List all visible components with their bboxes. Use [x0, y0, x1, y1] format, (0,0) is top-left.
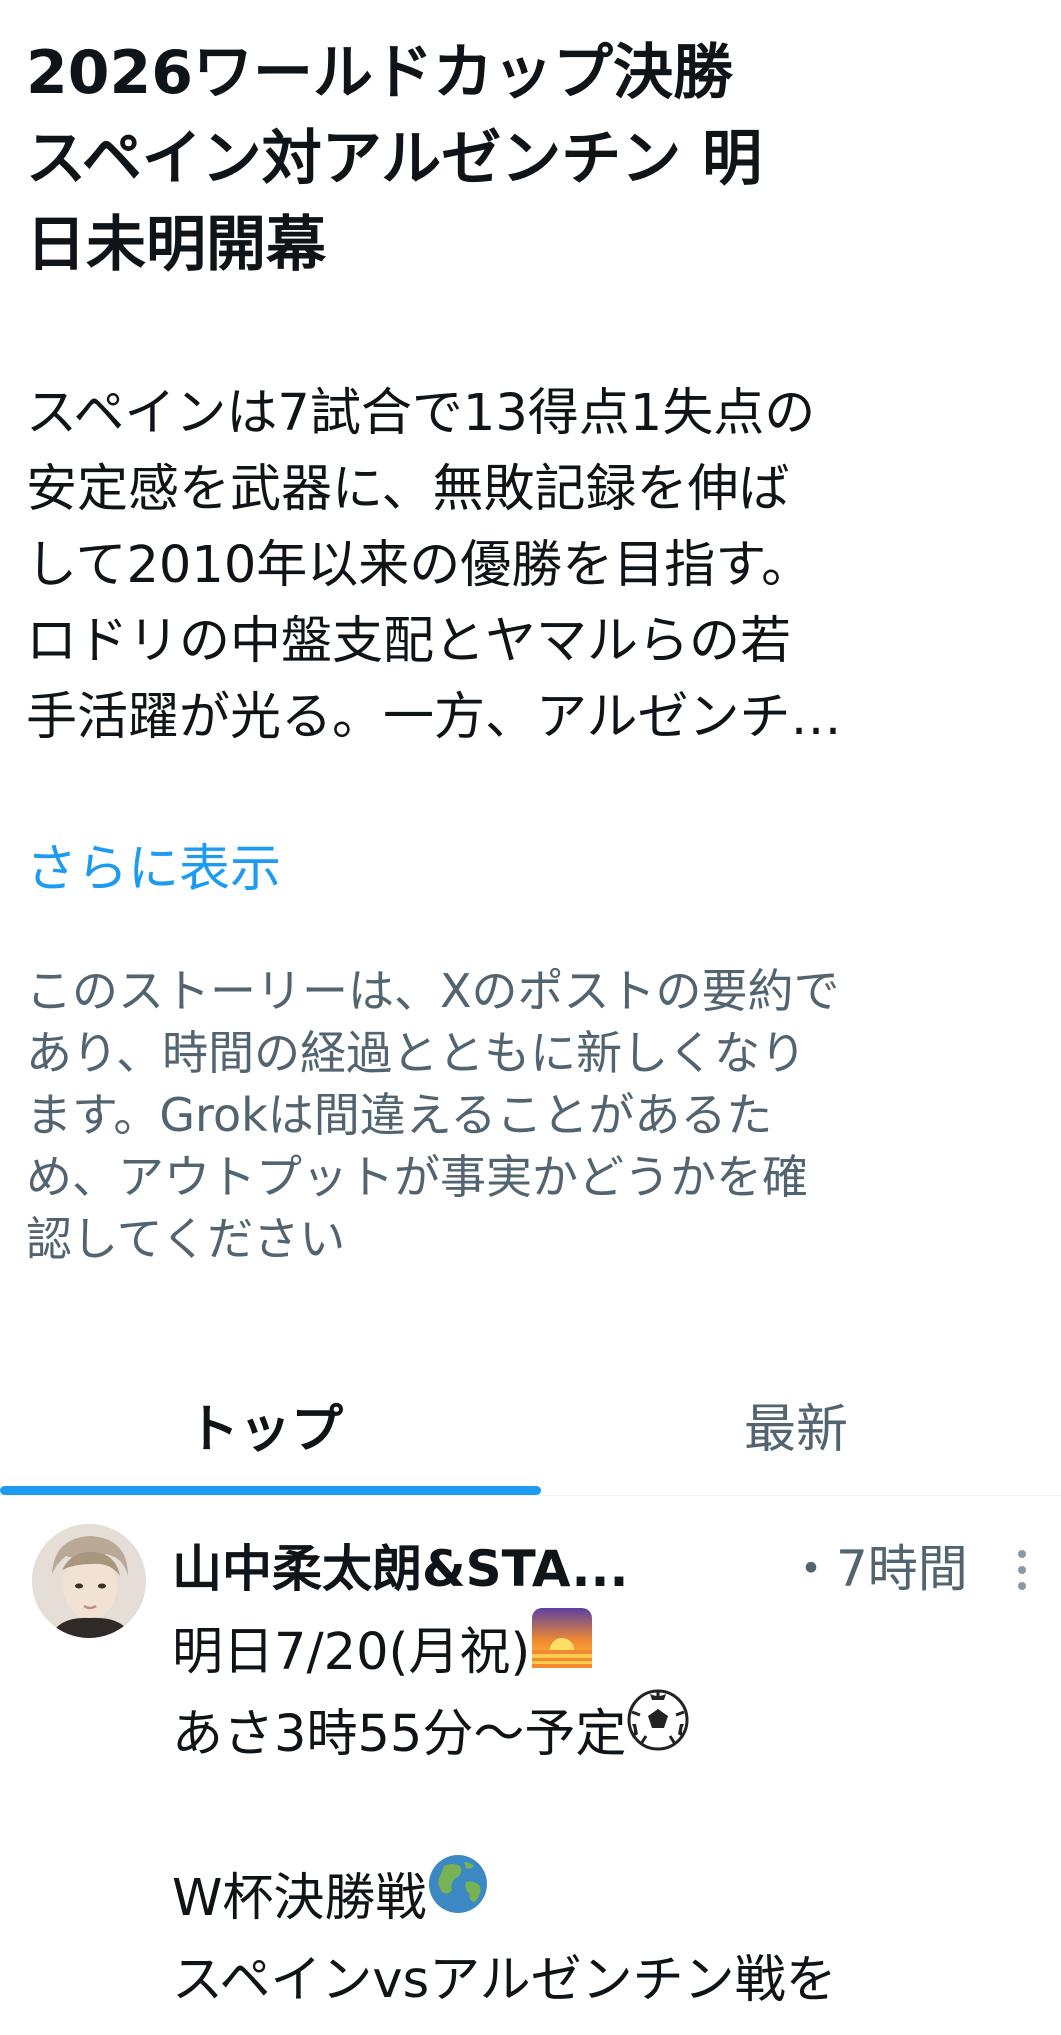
story-title-line: スペイン対アルゼンチン 明	[26, 124, 763, 194]
post-author-name[interactable]: 山中柔太朗&STA...	[172, 1534, 628, 1604]
active-tab-indicator	[0, 1486, 541, 1495]
post-line-text: あさ3時55分〜予定	[172, 1705, 627, 1764]
summary-line: スペインは7試合で13得点1失点の	[26, 384, 816, 443]
tab-latest[interactable]: 最新	[531, 1370, 1061, 1495]
post-card[interactable]: 山中柔太朗&STA... ・7時間 明日7/20(月祝) あさ3時55分〜予定 …	[0, 1496, 1061, 2035]
post-line: 明日7/20(月祝)	[172, 1607, 1042, 1694]
tab-top-label: トップ	[186, 1400, 343, 1460]
story-summary: スペインは7試合で13得点1失点の 安定感を武器に、無敗記録を伸ば して2010…	[26, 376, 1036, 756]
more-options-icon[interactable]	[1004, 1544, 1040, 1596]
story-title-line: 2026ワールドカップ決勝	[26, 38, 733, 108]
summary-line: 安定感を武器に、無敗記録を伸ば	[26, 460, 790, 519]
post-line: W杯決勝戦	[172, 1854, 1042, 1940]
post-timestamp[interactable]: ・7時間	[786, 1534, 968, 1604]
disclaimer-line: 認してください	[26, 1212, 346, 1266]
avatar[interactable]	[32, 1524, 146, 1638]
post-line-text: W杯決勝戦	[172, 1869, 427, 1928]
story-title: 2026ワールドカップ決勝 スペイン対アルゼンチン 明 日未明開幕	[26, 30, 1036, 288]
disclaimer-line: め、アウトプットが事実かどうかを確	[26, 1150, 808, 1204]
summary-line: ロドリの中盤支配とヤマルらの若	[26, 612, 792, 671]
summary-line: して2010年以来の優勝を目指す。	[26, 536, 813, 595]
disclaimer-line: あり、時間の経過とともに新しくなり	[26, 1026, 807, 1080]
post-line-text: スペインvsアルゼンチン戦を	[172, 1951, 837, 2010]
grok-disclaimer: このストーリーは、Xのポストの要約で あり、時間の経過とともに新しくなり ます。…	[26, 960, 1051, 1270]
post-line-text: 明日7/20(月祝)	[172, 1623, 531, 1682]
soccer-ball-icon	[626, 1688, 690, 1777]
globe-icon	[426, 1852, 490, 1941]
disclaimer-line: ます。Grokは間違えることがあるた	[26, 1088, 773, 1142]
disclaimer-line: このストーリーは、Xのポストの要約で	[26, 964, 840, 1018]
post-line: あさ3時55分〜予定	[172, 1689, 1042, 1776]
avatar-portrait-icon	[32, 1524, 146, 1638]
post-text: 明日7/20(月祝) あさ3時55分〜予定 W杯決勝戦 スペインvsアルゼンチン…	[172, 1607, 1042, 2022]
post-line: スペインvsアルゼンチン戦を	[172, 1940, 1042, 2022]
tab-latest-label: 最新	[743, 1400, 848, 1460]
sunrise-icon	[530, 1606, 594, 1695]
story-title-line: 日未明開幕	[26, 210, 326, 280]
show-more-link[interactable]: さらに表示	[26, 832, 281, 908]
summary-line: 手活躍が光る。一方、アルゼンチ…	[26, 688, 842, 747]
timeline-tabs: トップ 最新	[0, 1370, 1061, 1496]
post-line-blank	[172, 1776, 1042, 1858]
tab-top[interactable]: トップ	[0, 1370, 541, 1495]
